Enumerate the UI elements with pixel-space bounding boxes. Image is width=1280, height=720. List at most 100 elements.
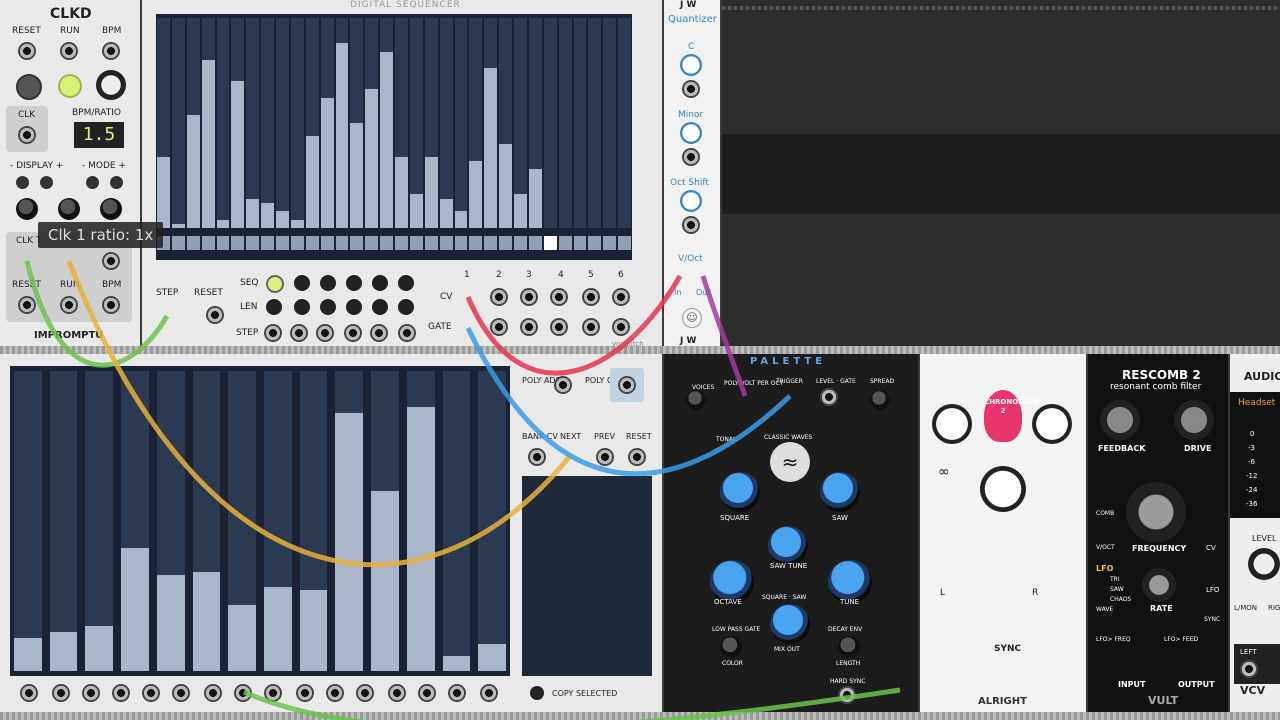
- clk-out-3-jack[interactable]: [102, 252, 120, 270]
- bank-step-column[interactable]: [478, 371, 506, 671]
- mode-plus-button[interactable]: [110, 176, 123, 189]
- seq-select-button[interactable]: [346, 275, 362, 291]
- feedback-knob[interactable]: [980, 466, 1026, 512]
- gate-out-jack[interactable]: [582, 318, 600, 336]
- seq-select-button[interactable]: [266, 275, 284, 293]
- gate-cell[interactable]: [409, 236, 423, 250]
- reset-button[interactable]: [16, 74, 42, 100]
- bank-step-column[interactable]: [14, 371, 42, 671]
- saw-knob[interactable]: [820, 472, 860, 512]
- len-button[interactable]: [346, 299, 362, 315]
- gate-cell[interactable]: [484, 236, 498, 250]
- step-column[interactable]: [603, 18, 617, 228]
- seq-select-button[interactable]: [372, 275, 388, 291]
- gate-cell[interactable]: [216, 236, 230, 250]
- seq-out-jack[interactable]: [82, 684, 100, 702]
- seq-out-jack[interactable]: [20, 684, 38, 702]
- level-gate-jack[interactable]: [820, 388, 838, 406]
- display-minus-button[interactable]: [16, 176, 29, 189]
- length-knob[interactable]: [838, 636, 860, 658]
- frequency-knob[interactable]: [1126, 482, 1186, 542]
- color-knob[interactable]: [720, 636, 742, 658]
- step-column[interactable]: [618, 18, 631, 228]
- gate-cell[interactable]: [171, 236, 185, 250]
- step-jack[interactable]: [344, 324, 362, 342]
- cv-out-jack[interactable]: [612, 288, 630, 306]
- seq-out-jack[interactable]: [418, 684, 436, 702]
- bpm-out-jack[interactable]: [102, 296, 120, 314]
- gate-cell[interactable]: [186, 236, 200, 250]
- mix-knob[interactable]: [770, 604, 810, 644]
- gate-cell[interactable]: [261, 236, 274, 250]
- gate-cell[interactable]: [558, 236, 572, 250]
- step-column[interactable]: [454, 18, 468, 228]
- gate-cell[interactable]: [350, 236, 364, 250]
- bank-step-column[interactable]: [49, 371, 78, 671]
- oct-shift-cv-jack[interactable]: [682, 216, 700, 234]
- step-column[interactable]: [171, 18, 185, 228]
- seq-out-jack[interactable]: [52, 684, 70, 702]
- seq-out-jack[interactable]: [296, 684, 314, 702]
- seq-select-button[interactable]: [320, 275, 336, 291]
- len-button[interactable]: [266, 299, 282, 315]
- spread-knob[interactable]: [870, 390, 890, 410]
- bank-sequencer-display[interactable]: [10, 366, 510, 676]
- gate-cell[interactable]: [424, 236, 438, 250]
- gate-cell[interactable]: [573, 236, 587, 250]
- rate-knob[interactable]: [1142, 568, 1176, 602]
- drive-knob[interactable]: [1174, 400, 1214, 440]
- reset-jack[interactable]: [628, 448, 646, 466]
- gate-cell[interactable]: [603, 236, 617, 250]
- step-column[interactable]: [216, 18, 230, 228]
- step-column[interactable]: [290, 18, 304, 228]
- seq-out-jack[interactable]: [264, 684, 282, 702]
- step-jack[interactable]: [370, 324, 388, 342]
- run-jack[interactable]: [60, 42, 78, 60]
- step-jack[interactable]: [264, 324, 282, 342]
- bpm-jack[interactable]: [102, 42, 120, 60]
- clk-jack[interactable]: [18, 126, 36, 144]
- gate-cell[interactable]: [588, 236, 602, 250]
- seq-out-jack[interactable]: [234, 684, 252, 702]
- seq-out-jack[interactable]: [142, 684, 160, 702]
- ratio-knob-2[interactable]: [58, 198, 80, 220]
- len-button[interactable]: [294, 299, 310, 315]
- seq-select-button[interactable]: [294, 275, 310, 291]
- root-knob[interactable]: [680, 54, 702, 76]
- cv-out-jack[interactable]: [582, 288, 600, 306]
- bpm-knob[interactable]: [96, 70, 126, 100]
- step-jack[interactable]: [316, 324, 334, 342]
- time-r-knob[interactable]: [1032, 404, 1072, 444]
- seq-out-jack[interactable]: [172, 684, 190, 702]
- len-button[interactable]: [398, 299, 414, 315]
- seq-select-button[interactable]: [398, 275, 414, 291]
- gate-cell[interactable]: [305, 236, 319, 250]
- reset-out-jack[interactable]: [18, 296, 36, 314]
- gate-out-jack[interactable]: [550, 318, 568, 336]
- gate-cell[interactable]: [201, 236, 215, 250]
- gate-cell[interactable]: [514, 236, 527, 250]
- gate-cell[interactable]: [246, 236, 260, 250]
- bank-cv-jack[interactable]: [528, 448, 546, 466]
- sequencer-display[interactable]: [156, 14, 632, 260]
- gate-cell[interactable]: [276, 236, 289, 250]
- step-jack[interactable]: [398, 324, 416, 342]
- ratio-knob-1[interactable]: [16, 198, 38, 220]
- bank-thumbnails[interactable]: [522, 476, 652, 676]
- step-column[interactable]: [543, 18, 557, 228]
- copy-selected-button[interactable]: [530, 686, 544, 700]
- scale-knob[interactable]: [680, 122, 702, 144]
- saw-tune-knob[interactable]: [768, 526, 808, 566]
- cv-out-jack[interactable]: [520, 288, 538, 306]
- step-column[interactable]: [276, 18, 289, 228]
- seq-out-jack[interactable]: [480, 684, 498, 702]
- run-button[interactable]: [58, 74, 82, 98]
- poly-out-jack[interactable]: [618, 376, 636, 394]
- gate-cell[interactable]: [469, 236, 483, 250]
- gate-cell[interactable]: [528, 236, 542, 250]
- gate-cell[interactable]: [439, 236, 453, 250]
- gate-out-jack[interactable]: [520, 318, 538, 336]
- cv-out-jack[interactable]: [550, 288, 568, 306]
- step-column[interactable]: [588, 18, 602, 228]
- seq-out-jack[interactable]: [388, 684, 406, 702]
